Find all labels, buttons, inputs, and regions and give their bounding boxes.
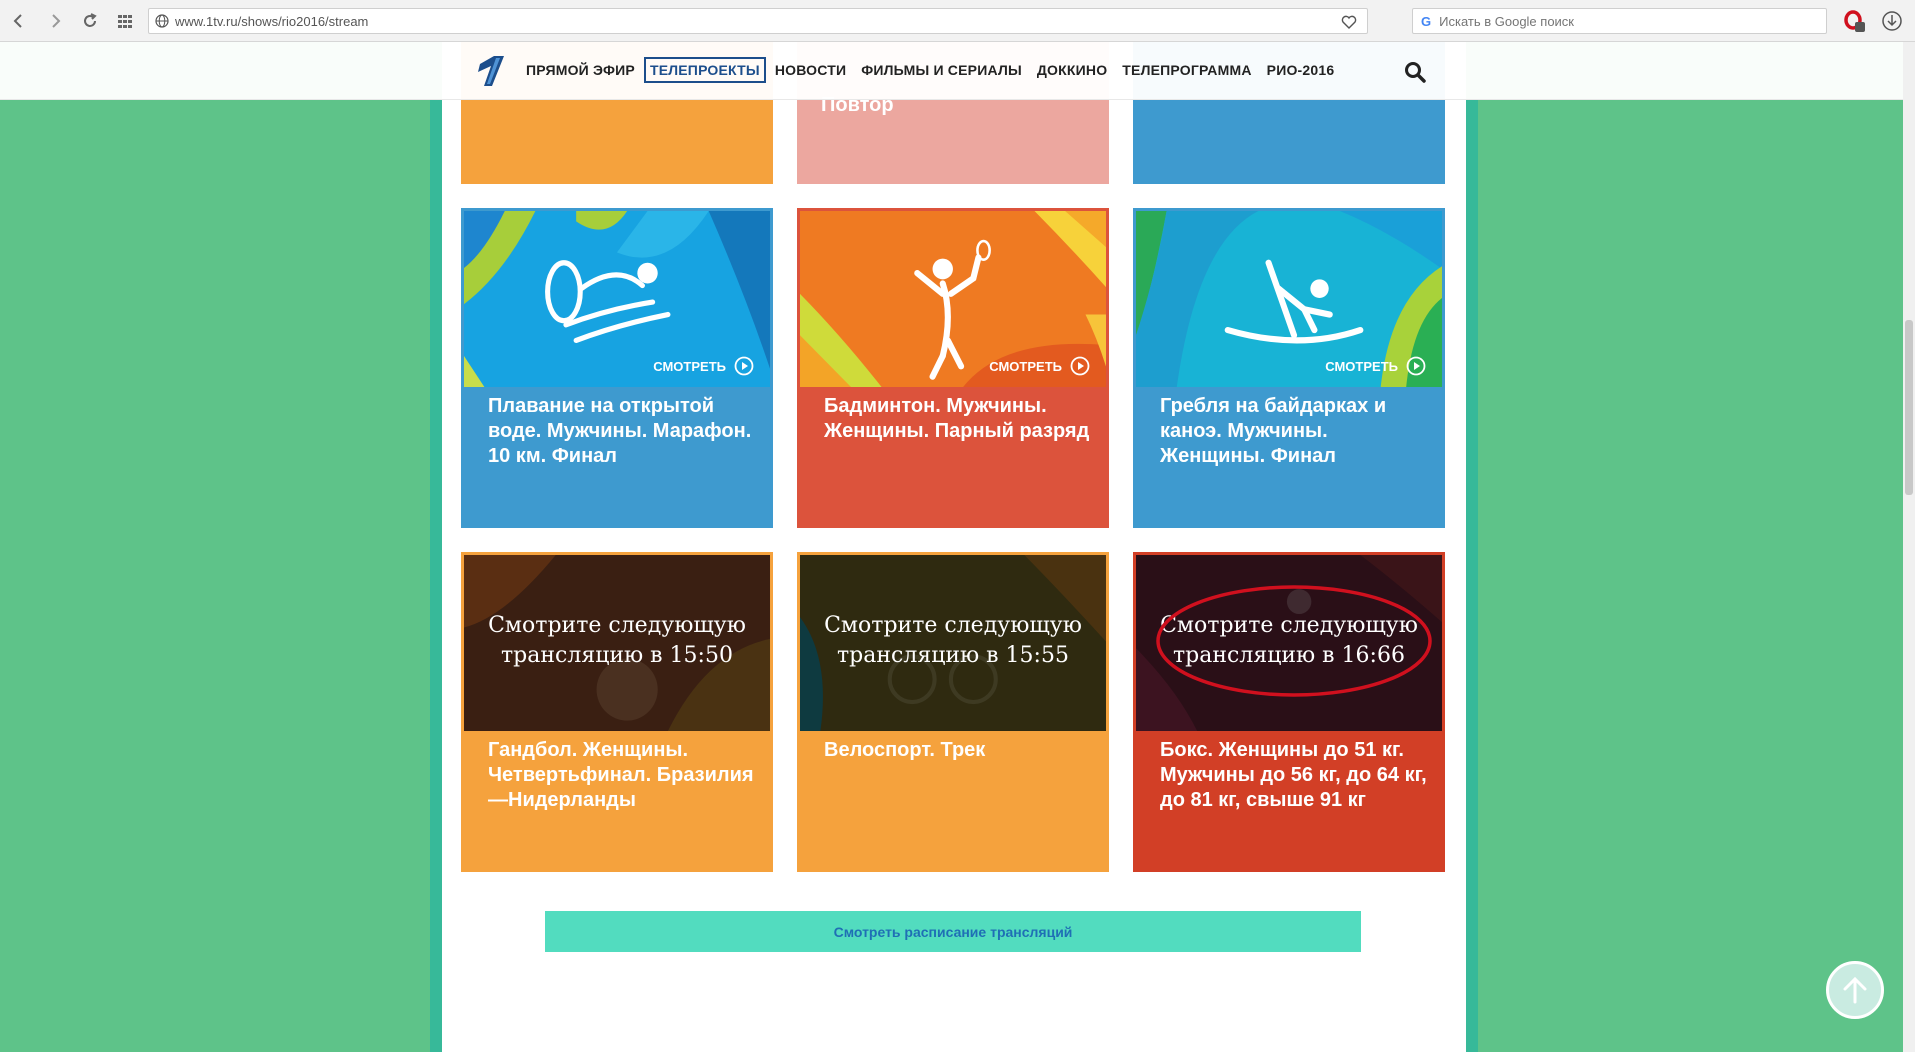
main-nav: ПРЯМОЙ ЭФИР ТЕЛЕПРОЕКТЫ НОВОСТИ ФИЛЬМЫ И… [520,57,1343,83]
watch-label: СМОТРЕТЬ [1325,358,1398,374]
scroll-to-top-button[interactable] [1826,961,1884,1019]
search-icon[interactable] [1403,60,1427,84]
opera-icon[interactable] [1842,9,1866,33]
browser-search-box[interactable]: G [1412,8,1827,34]
nav-dockino[interactable]: ДОККИНО [1031,57,1113,83]
channel-one-logo[interactable] [474,54,506,88]
reload-icon [84,13,97,27]
reload-button[interactable] [77,8,103,34]
back-button[interactable] [6,8,32,34]
bookmark-heart-icon[interactable] [1339,12,1359,32]
nav-live[interactable]: ПРЯМОЙ ЭФИР [520,57,641,83]
card-title: Велоспорт. Трек [824,739,986,761]
right-stripe [1466,100,1478,1052]
watch-link[interactable]: СМОТРЕТЬ [989,356,1090,376]
downloads-button[interactable] [1880,9,1904,33]
watch-link[interactable]: СМОТРЕТЬ [653,356,754,376]
nav-tv-guide[interactable]: ТЕЛЕПРОГРАММА [1116,57,1257,83]
next-broadcast-text: Смотрите следующую трансляцию в 15:55 [824,613,1082,668]
nav-films-series[interactable]: ФИЛЬМЫ И СЕРИАЛЫ [855,57,1028,83]
nav-rio-2016[interactable]: РИО-2016 [1261,57,1341,83]
play-circle-icon [734,356,754,376]
left-stripe [430,100,442,1052]
grid-icon [118,15,132,28]
card-cycling[interactable]: Смотрите следующую трансляцию в 15:55 Ве… [797,552,1109,872]
content-column [442,42,1466,1052]
nav-teleprojects[interactable]: ТЕЛЕПРОЕКТЫ [643,57,766,83]
red-annotation-ellipse [1156,585,1432,697]
card-title: Бокс. Женщины до 51 кг. Мужчины до 56 кг… [1160,739,1427,811]
download-icon [1882,11,1902,31]
google-icon: G [1421,13,1432,29]
speed-dial-button[interactable] [112,8,138,34]
scrollbar-thumb[interactable] [1905,320,1913,495]
card-boxing[interactable]: Смотрите следующую трансляцию в 16:66 Бо… [1133,552,1445,872]
schedule-button[interactable]: Смотреть расписание трансляций [545,911,1361,952]
watch-label: СМОТРЕТЬ [653,358,726,374]
play-circle-icon [1070,356,1090,376]
back-icon [13,14,22,28]
next-broadcast-text: Смотрите следующую трансляцию в 15:50 [488,613,746,668]
address-bar[interactable]: www.1tv.ru/shows/rio2016/stream [148,8,1368,34]
watch-label: СМОТРЕТЬ [989,358,1062,374]
card-handball[interactable]: Смотрите следующую трансляцию в 15:50 Га… [461,552,773,872]
browser-search-input[interactable] [1439,13,1800,29]
card-title: Гандбол. Женщины. Четвертьфинал. Бразили… [488,739,754,811]
site-header: ПРЯМОЙ ЭФИР ТЕЛЕПРОЕКТЫ НОВОСТИ ФИЛЬМЫ И… [0,42,1903,100]
card-title: Плавание на открытой воде. Мужчины. Мара… [488,395,752,467]
page-scrollbar[interactable] [1903,42,1915,1052]
globe-icon [149,9,175,33]
url-text: www.1tv.ru/shows/rio2016/stream [175,13,369,29]
forward-button[interactable] [42,8,68,34]
card-swimming[interactable]: СМОТРЕТЬ Плавание на открытой воде. Мужч… [461,208,773,528]
card-badminton[interactable]: СМОТРЕТЬ Бадминтон. Мужчины. Женщины. Па… [797,208,1109,528]
nav-news[interactable]: НОВОСТИ [769,57,852,83]
browser-toolbar: www.1tv.ru/shows/rio2016/stream G [0,0,1915,42]
play-circle-icon [1406,356,1426,376]
arrow-up-icon [1843,976,1867,1004]
card-title: Бадминтон. Мужчины. Женщины. Парный разр… [824,395,1090,442]
forward-icon [52,14,61,28]
watch-link[interactable]: СМОТРЕТЬ [1325,356,1426,376]
card-title: Гребля на байдарках и каноэ. Мужчины. Же… [1160,395,1387,467]
card-canoe[interactable]: СМОТРЕТЬ Гребля на байдарках и каноэ. Му… [1133,208,1445,528]
